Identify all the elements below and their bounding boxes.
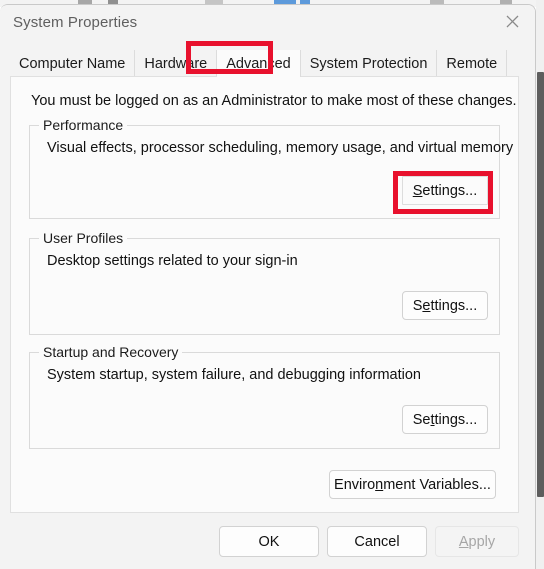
label-accelerator: n [375,476,384,493]
label-suffix: pply [468,533,496,550]
button-label: Settings... [413,298,478,314]
label-suffix: ttings... [430,297,478,314]
tab-strip: Computer Name Hardware Advanced System P… [10,50,508,77]
button-label: Apply [459,534,495,550]
close-icon [506,15,518,27]
admin-notice-text: You must be logged on as an Administrato… [31,93,517,109]
startup-recovery-settings-button[interactable]: Settings... [402,405,488,434]
tab-computer-name[interactable]: Computer Name [10,50,136,77]
tab-label: System Protection [309,55,428,72]
label-suffix: tings... [434,411,478,428]
button-label: Cancel [354,533,400,550]
title-bar: System Properties [0,5,535,45]
tab-label: Advanced [226,55,291,72]
user-profiles-description: Desktop settings related to your sign-in [47,253,298,269]
performance-settings-button[interactable]: Settings... [402,176,488,205]
system-properties-dialog: System Properties Computer Name Hardware… [0,4,536,569]
label-prefix: Enviro [334,476,376,493]
tab-label: Hardware [144,55,208,72]
button-label: Environment Variables... [334,477,491,493]
button-label: Settings... [413,412,478,428]
apply-button[interactable]: Apply [435,526,519,557]
advanced-tab-panel: You must be logged on as an Administrato… [10,76,519,513]
user-profiles-group-legend: User Profiles [39,230,128,246]
ok-button[interactable]: OK [219,526,319,557]
background-scrollbar-thumb[interactable] [537,72,544,497]
cancel-button[interactable]: Cancel [327,526,427,557]
performance-group-legend: Performance [39,117,128,133]
button-label: Settings... [413,183,477,199]
startup-recovery-group-legend: Startup and Recovery [39,344,183,360]
label-accelerator: A [458,533,469,550]
label-accelerator: e [422,297,431,314]
environment-variables-button[interactable]: Environment Variables... [329,470,496,499]
tab-remote[interactable]: Remote [437,50,508,77]
startup-recovery-group: Startup and Recovery System startup, sys… [29,344,500,449]
tab-system-protection[interactable]: System Protection [300,50,438,77]
label-accelerator: S [412,182,423,199]
tab-label: Remote [446,55,498,72]
dialog-footer: OK Cancel Apply [0,513,535,569]
window-title: System Properties [13,14,138,31]
label-suffix: ment Variables... [383,476,491,493]
performance-group: Performance Visual effects, processor sc… [29,117,513,219]
label-prefix: S [412,297,423,314]
background-scrollbar-track[interactable] [536,0,544,569]
performance-description: Visual effects, processor scheduling, me… [47,140,514,156]
startup-recovery-description: System startup, system failure, and debu… [47,367,421,383]
user-profiles-settings-button[interactable]: Settings... [402,291,488,320]
button-label: OK [258,533,280,550]
label-suffix: ettings... [422,182,478,199]
tab-label: Computer Name [19,55,126,72]
close-button[interactable] [489,5,535,37]
label-prefix: Se [412,411,431,428]
tab-hardware[interactable]: Hardware [135,50,218,77]
user-profiles-group: User Profiles Desktop settings related t… [29,230,500,335]
tab-advanced[interactable]: Advanced [217,50,301,77]
